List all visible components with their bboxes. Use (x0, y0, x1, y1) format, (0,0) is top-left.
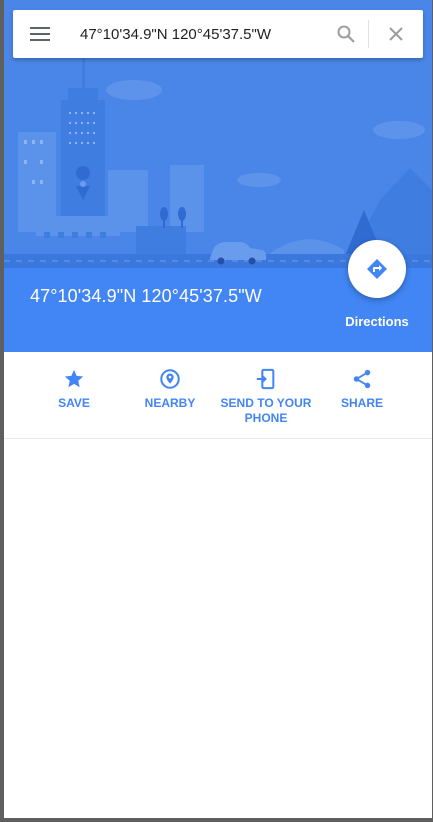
send-to-phone-button[interactable]: SEND TO YOUR PHONE (216, 366, 316, 426)
magnifier-icon (337, 25, 355, 43)
hamburger-menu-icon (30, 27, 50, 41)
place-panel: 47°10'34.9"N 120°45'37.5"W 47°10'34.9"N … (4, 0, 432, 818)
search-input[interactable]: 47°10'34.9"N 120°45'37.5"W (67, 26, 324, 43)
nearby-label: NEARBY (144, 396, 196, 410)
save-label: SAVE (58, 396, 90, 410)
close-button[interactable] (369, 10, 423, 58)
place-header: 47°10'34.9"N 120°45'37.5"W 47°10'34.9"N … (4, 0, 432, 352)
share-label: SHARE (340, 396, 383, 410)
share-button[interactable]: SHARE (312, 366, 412, 411)
send-to-phone-icon (256, 368, 275, 390)
action-bar: SAVE NEARBY SEND TO YOUR PHONE SHARE (4, 352, 432, 439)
directions-label[interactable]: Directions (334, 314, 420, 329)
send-to-phone-label: SEND TO YOUR PHONE (220, 396, 312, 425)
menu-button[interactable] (13, 10, 67, 58)
directions-button[interactable] (348, 240, 406, 298)
place-title: 47°10'34.9"N 120°45'37.5"W (30, 286, 262, 306)
location-pin-icon (160, 369, 180, 389)
close-icon (389, 27, 403, 41)
share-icon (353, 369, 371, 389)
directions-icon (367, 259, 387, 279)
save-button[interactable]: SAVE (24, 366, 124, 411)
search-button[interactable] (324, 10, 368, 58)
search-bar: 47°10'34.9"N 120°45'37.5"W (13, 10, 423, 58)
nearby-button[interactable]: NEARBY (120, 366, 220, 411)
star-icon (64, 369, 84, 388)
